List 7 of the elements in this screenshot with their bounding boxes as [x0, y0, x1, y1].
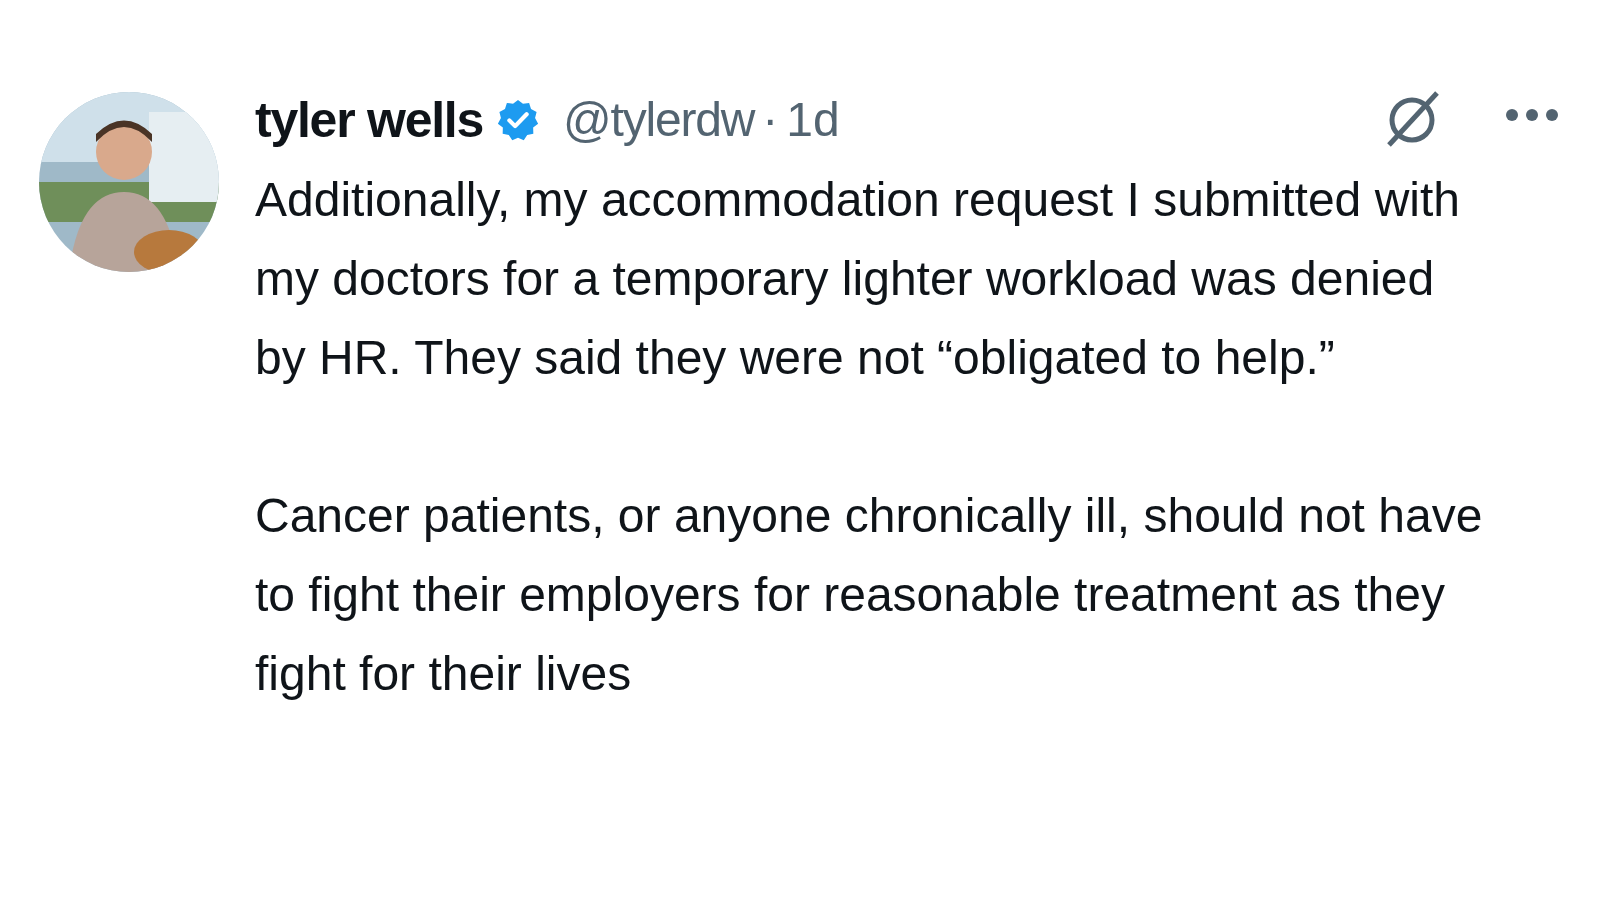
separator: · — [762, 92, 779, 148]
more-options-icon[interactable] — [1505, 108, 1559, 122]
post-text: Cancer patients, or anyone chronically ill, should not have to fight their employers for reasonable treatment as they fight for their lives — [255, 488, 1484, 702]
author-name[interactable]: tyler wells — [255, 82, 484, 158]
post-time[interactable]: 1d — [786, 84, 840, 156]
post-text: Additionally, my accommodation request I submitted with my doctors for a temporary lighter workload was denied by HR. They said they were not “obligated to help.” — [255, 172, 1461, 386]
author-handle[interactable]: @tylerdw — [563, 84, 755, 156]
